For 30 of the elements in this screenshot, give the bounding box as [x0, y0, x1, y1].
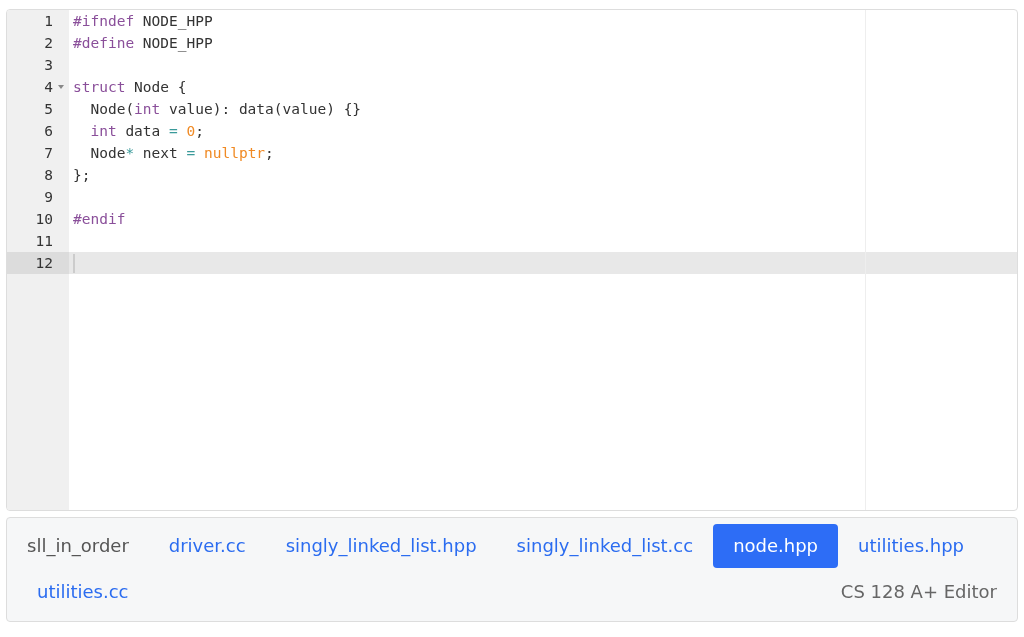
- line-number: 3: [43, 56, 54, 75]
- file-tab[interactable]: driver.cc: [148, 524, 266, 569]
- line-number: 9: [43, 188, 54, 207]
- code-line: int data = 0;: [89, 122, 204, 141]
- code-line: #endif: [72, 210, 126, 229]
- code-line: struct Node {: [72, 78, 187, 97]
- line-number: 8: [43, 166, 54, 185]
- code-line: Node(int value): data(value) {}: [89, 100, 362, 119]
- line-number: 12: [7, 252, 69, 274]
- line-number: 4: [7, 76, 69, 98]
- code-line: #ifndef NODE_HPP: [72, 12, 213, 32]
- line-number: 7: [43, 144, 54, 163]
- app-brand: CS 128 A+ Editor: [839, 580, 998, 605]
- file-tab[interactable]: utilities.cc: [17, 569, 149, 614]
- file-tab[interactable]: singly_linked_list.cc: [496, 524, 714, 569]
- code-line: #define NODE_HPP: [72, 34, 213, 54]
- file-tab[interactable]: node.hpp: [713, 524, 839, 569]
- code-editor[interactable]: 1 2 3 4 5 6 7 8 9 10 11 12 #ifndef NODE_HPP #define NODE_HPP struct Node { Node(int value): data(value) {} int data = 0; Node* next = nullptr; }; #endif: [6, 9, 1018, 511]
- code-line: };: [72, 166, 91, 185]
- code-line: Node* next = nullptr;: [89, 144, 274, 163]
- fold-arrow-icon[interactable]: [58, 85, 64, 89]
- line-number: 2: [43, 34, 54, 53]
- line-number: 11: [34, 232, 54, 251]
- file-tab[interactable]: utilities.hpp: [838, 524, 984, 569]
- line-number: 6: [43, 122, 54, 141]
- line-number: 10: [34, 210, 54, 229]
- file-tab[interactable]: singly_linked_list.hpp: [265, 524, 497, 569]
- line-number: 1: [43, 12, 54, 31]
- project-name: sll_in_order: [26, 534, 130, 559]
- line-number: 5: [43, 100, 54, 119]
